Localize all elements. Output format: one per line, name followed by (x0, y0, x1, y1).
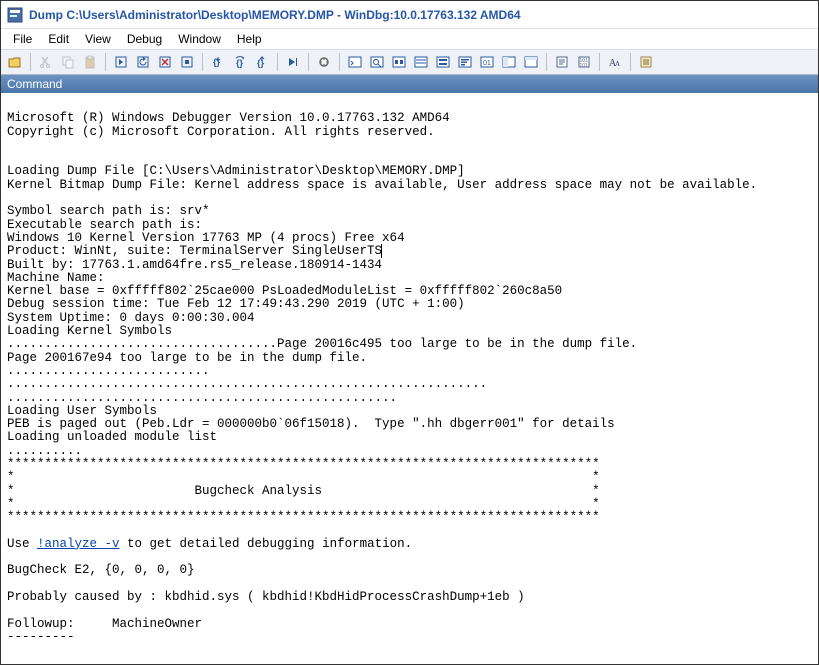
toolbar: {} {} {} 01 101101 AA (1, 49, 818, 75)
separator (546, 53, 547, 71)
locals-window-icon[interactable] (389, 52, 409, 72)
run-to-cursor-icon[interactable] (283, 52, 303, 72)
svg-text:{}: {} (257, 58, 265, 68)
menu-file[interactable]: File (5, 31, 40, 47)
scratch-window-icon[interactable] (499, 52, 519, 72)
separator (339, 53, 340, 71)
memory-window-icon[interactable] (433, 52, 453, 72)
svg-text:A: A (615, 60, 620, 68)
separator (277, 53, 278, 71)
source-mode-icon[interactable] (552, 52, 572, 72)
cut-icon (36, 52, 56, 72)
titlebar: Dump C:\Users\Administrator\Desktop\MEMO… (1, 1, 818, 29)
paste-icon (80, 52, 100, 72)
title-text: Dump C:\Users\Administrator\Desktop\MEMO… (29, 8, 521, 22)
step-over-icon[interactable]: {} (230, 52, 250, 72)
command-window-icon[interactable] (345, 52, 365, 72)
registers-window-icon[interactable] (411, 52, 431, 72)
panel-title: Command (7, 77, 62, 91)
breakpoint-icon[interactable] (314, 52, 334, 72)
command-output[interactable]: Microsoft (R) Windows Debugger Version 1… (1, 93, 818, 664)
svg-text:{}: {} (236, 58, 244, 68)
font-icon[interactable]: AA (605, 52, 625, 72)
step-out-icon[interactable]: {} (252, 52, 272, 72)
break-icon[interactable] (177, 52, 197, 72)
svg-text:{}: {} (213, 57, 221, 67)
separator (202, 53, 203, 71)
menu-view[interactable]: View (77, 31, 119, 47)
separator (308, 53, 309, 71)
svg-text:101: 101 (580, 63, 589, 69)
menu-debug[interactable]: Debug (119, 31, 170, 47)
svg-text:01: 01 (483, 60, 491, 67)
menu-edit[interactable]: Edit (40, 31, 77, 47)
disasm-window-icon[interactable]: 01 (477, 52, 497, 72)
stop-icon[interactable] (155, 52, 175, 72)
menubar: File Edit View Debug Window Help (1, 29, 818, 49)
separator (105, 53, 106, 71)
app-icon (7, 7, 23, 23)
open-icon[interactable] (5, 52, 25, 72)
panel-header: Command (1, 75, 818, 93)
output-pre: Microsoft (R) Windows Debugger Version 1… (7, 111, 757, 258)
menu-help[interactable]: Help (229, 31, 270, 47)
binary-mode-icon[interactable]: 101101 (574, 52, 594, 72)
watch-window-icon[interactable] (367, 52, 387, 72)
analyze-link[interactable]: !analyze -v (37, 537, 120, 551)
options-icon[interactable] (636, 52, 656, 72)
copy-icon (58, 52, 78, 72)
output-after-link: to get detailed debugging information. B… (7, 537, 525, 644)
separator (599, 53, 600, 71)
output-post: Built by: 17763.1.amd64fre.rs5_release.1… (7, 258, 637, 551)
processes-window-icon[interactable] (521, 52, 541, 72)
menu-window[interactable]: Window (170, 31, 229, 47)
step-into-icon[interactable]: {} (208, 52, 228, 72)
text-caret (381, 244, 382, 258)
separator (30, 53, 31, 71)
go-icon[interactable] (111, 52, 131, 72)
callstack-window-icon[interactable] (455, 52, 475, 72)
separator (630, 53, 631, 71)
restart-icon[interactable] (133, 52, 153, 72)
